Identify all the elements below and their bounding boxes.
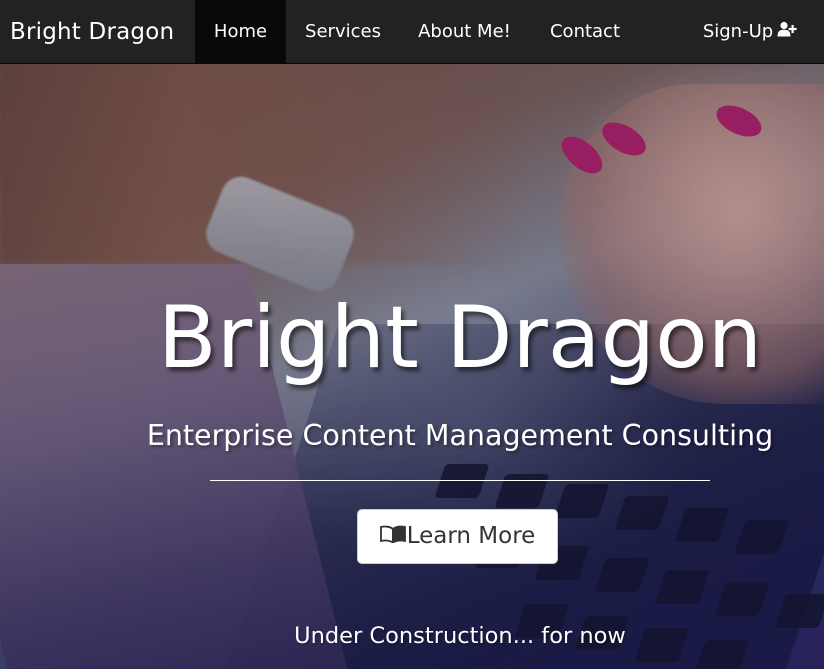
book-icon <box>379 510 406 563</box>
nav-services[interactable]: Services <box>291 0 395 64</box>
hero-subtitle: Enterprise Content Management Consulting <box>146 419 774 452</box>
brand-link[interactable]: Bright Dragon <box>10 0 174 64</box>
hero-divider <box>210 480 710 481</box>
user-plus-icon <box>777 0 797 64</box>
hero-title: Bright Dragon <box>157 288 763 388</box>
nav-about-me[interactable]: About Me! <box>405 0 524 64</box>
learn-more-button[interactable]: Learn More <box>357 509 558 564</box>
under-construction-text: Under Construction... for now <box>294 623 626 649</box>
nav-signup[interactable]: Sign-Up <box>690 0 810 64</box>
nav-home[interactable]: Home <box>195 0 286 64</box>
page: Bright Dragon Home Services About Me! Co… <box>0 0 824 669</box>
signup-label: Sign-Up <box>702 21 774 42</box>
learn-more-label: Learn More <box>406 523 536 549</box>
nav-contact[interactable]: Contact <box>535 0 635 64</box>
hero-section: Bright Dragon Enterprise Content Managem… <box>0 64 824 669</box>
navbar: Bright Dragon Home Services About Me! Co… <box>0 0 824 64</box>
